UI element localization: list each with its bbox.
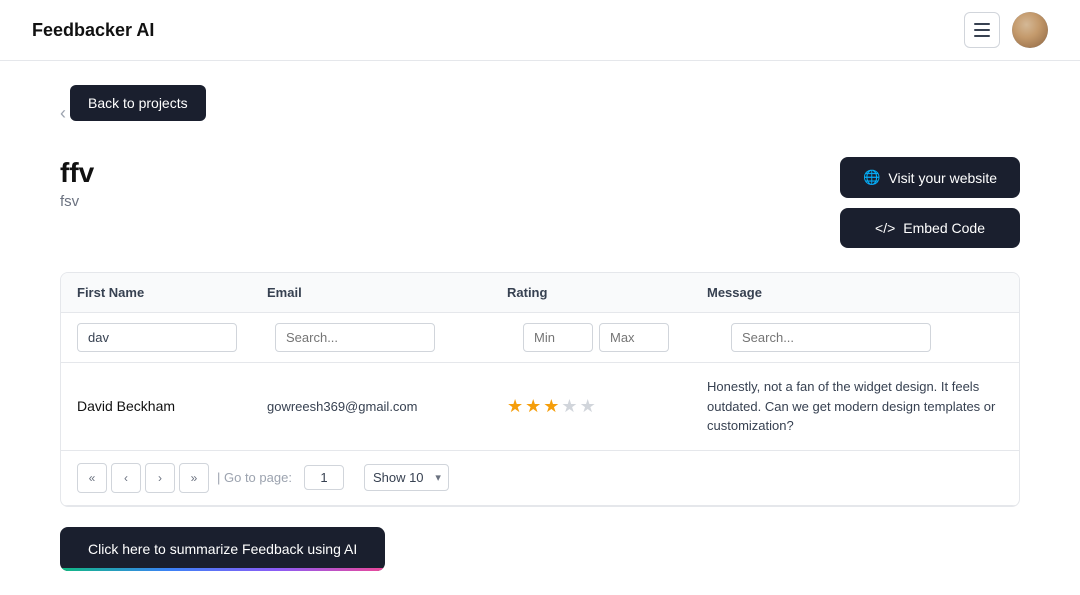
menu-button[interactable]: [964, 12, 1000, 48]
code-icon: </>: [875, 220, 895, 236]
menu-line: [974, 29, 990, 31]
next-page-button[interactable]: ›: [145, 463, 175, 493]
cell-rating: ★ ★ ★ ★ ★: [507, 396, 707, 417]
back-button-row: ‹ Back to projects: [60, 85, 1020, 141]
message-filter-cell: [731, 323, 1003, 352]
star-5: ★: [580, 396, 596, 417]
avatar-image: [1012, 12, 1048, 48]
email-filter-cell: [275, 323, 515, 352]
back-to-projects-button[interactable]: Back to projects: [70, 85, 206, 121]
chevron-left-icon: ‹: [60, 103, 66, 124]
project-title: ffv: [60, 157, 94, 189]
pagination-separator: | Go to page:: [217, 470, 292, 485]
last-page-button[interactable]: »: [179, 463, 209, 493]
visit-label: Visit your website: [888, 170, 997, 186]
col-first-name: First Name: [77, 285, 267, 300]
embed-label: Embed Code: [903, 220, 985, 236]
first-name-filter-cell: [77, 323, 267, 352]
visit-website-button[interactable]: 🌐 Visit your website: [840, 157, 1020, 198]
pagination-row: « ‹ › » | Go to page: Show 10 Show 25 Sh…: [61, 451, 1019, 506]
rating-max-input[interactable]: [599, 323, 669, 352]
star-rating: ★ ★ ★ ★ ★: [507, 396, 707, 417]
first-name-filter-input[interactable]: [77, 323, 237, 352]
cell-message: Honestly, not a fan of the widget design…: [707, 377, 1003, 436]
table-header: First Name Email Rating Message: [61, 273, 1019, 313]
cell-first-name: David Beckham: [77, 398, 267, 414]
avatar[interactable]: [1012, 12, 1048, 48]
rating-filter-cell: [523, 323, 723, 352]
col-rating: Rating: [507, 285, 707, 300]
summarize-ai-button[interactable]: Click here to summarize Feedback using A…: [60, 527, 385, 571]
menu-line: [974, 35, 990, 37]
prev-page-button[interactable]: ‹: [111, 463, 141, 493]
embed-code-button[interactable]: </> Embed Code: [840, 208, 1020, 248]
star-3: ★: [543, 396, 559, 417]
feedback-table: First Name Email Rating Message David Be…: [60, 272, 1020, 507]
col-email: Email: [267, 285, 507, 300]
star-2: ★: [525, 396, 541, 417]
star-4: ★: [561, 396, 577, 417]
message-filter-input[interactable]: [731, 323, 931, 352]
back-button-label: Back to projects: [88, 95, 188, 111]
header-actions: [964, 12, 1048, 48]
table-row: David Beckham gowreesh369@gmail.com ★ ★ …: [61, 363, 1019, 451]
first-page-button[interactable]: «: [77, 463, 107, 493]
main-content: ‹ Back to projects ffv fsv 🌐 Visit your …: [0, 61, 1080, 595]
project-actions: 🌐 Visit your website </> Embed Code: [840, 157, 1020, 248]
ai-button-label: Click here to summarize Feedback using A…: [88, 541, 357, 557]
project-header: ffv fsv 🌐 Visit your website </> Embed C…: [60, 157, 1020, 248]
project-info: ffv fsv: [60, 157, 94, 210]
app-logo: Feedbacker AI: [32, 20, 154, 41]
col-message: Message: [707, 285, 1003, 300]
menu-line: [974, 23, 990, 25]
goto-page-input[interactable]: [304, 465, 344, 490]
email-filter-input[interactable]: [275, 323, 435, 352]
show-count-select[interactable]: Show 10 Show 25 Show 50: [364, 464, 449, 491]
table-filters: [61, 313, 1019, 363]
star-1: ★: [507, 396, 523, 417]
cell-email: gowreesh369@gmail.com: [267, 399, 507, 414]
show-count-wrapper: Show 10 Show 25 Show 50: [348, 464, 449, 491]
rating-min-input[interactable]: [523, 323, 593, 352]
header: Feedbacker AI: [0, 0, 1080, 61]
project-subtitle: fsv: [60, 193, 94, 210]
globe-icon: 🌐: [863, 169, 880, 186]
